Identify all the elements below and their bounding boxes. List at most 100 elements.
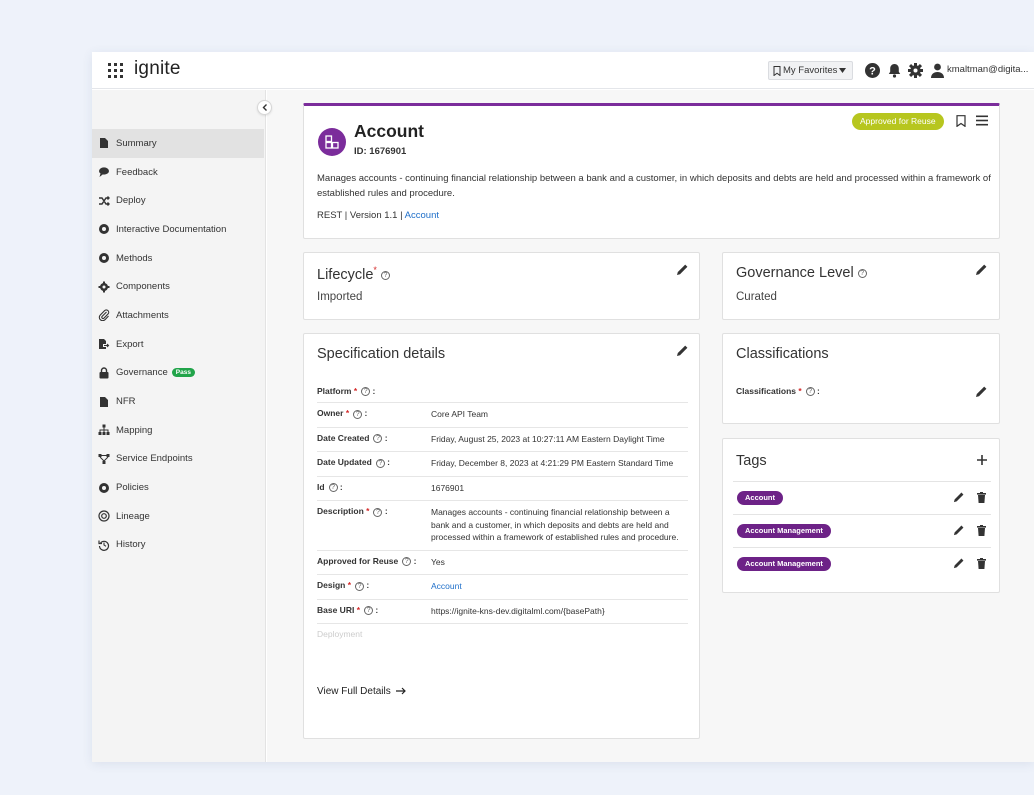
help-circle-icon[interactable]: ? — [355, 581, 365, 591]
sidebar-item-label: Lineage — [116, 510, 150, 522]
trash-icon[interactable] — [977, 558, 986, 569]
edit-pencil-icon[interactable] — [676, 345, 688, 357]
help-circle-icon[interactable]: ? — [805, 387, 815, 397]
spec-value: Friday, December 8, 2023 at 4:21:29 PM E… — [431, 458, 674, 469]
help-circle-icon[interactable]: ? — [353, 409, 363, 419]
account-summary-card: Account ID: 1676901 Manages accounts - c… — [303, 103, 1000, 239]
help-circle-icon[interactable]: ? — [361, 387, 371, 397]
my-favorites-button[interactable]: My Favorites — [768, 61, 854, 80]
api-meta-link[interactable]: Account — [405, 210, 439, 221]
view-full-details-link[interactable]: View Full Details — [317, 686, 407, 697]
spec-row: Id? : 1676901 — [317, 477, 688, 502]
spec-row-faded: Deployment — [317, 624, 688, 645]
edit-pencil-icon[interactable] — [953, 492, 964, 503]
sidebar-item-lineage[interactable]: Lineage — [92, 502, 264, 531]
lifecycle-title: Lifecycle*? — [317, 265, 390, 283]
circle-icon — [99, 482, 109, 493]
collapse-sidebar-button[interactable] — [257, 100, 272, 115]
bell-icon[interactable] — [886, 62, 903, 79]
help-circle-icon[interactable]: ? — [364, 606, 374, 615]
sidebar-item-label: Deploy — [116, 195, 146, 207]
file-icon — [100, 138, 108, 149]
spec-value: Manages accounts - continuing financial … — [431, 507, 679, 543]
sidebar-item-history[interactable]: History — [92, 531, 264, 560]
edit-pencil-icon[interactable] — [975, 386, 987, 398]
help-circle-icon[interactable]: ? — [328, 483, 338, 492]
spec-key-text: Approved for Reuse — [317, 555, 399, 566]
bookmark-icon[interactable] — [956, 115, 966, 127]
sidebar-item-components[interactable]: Components — [92, 272, 264, 301]
api-meta-text: REST | Version 1.1 | — [317, 210, 405, 221]
edit-pencil-icon[interactable] — [953, 525, 964, 536]
required-marker: * — [347, 580, 352, 591]
spec-key: Base URI *? : — [317, 604, 379, 615]
app-launcher-icon[interactable] — [108, 63, 123, 78]
help-icon[interactable]: ? — [864, 62, 881, 79]
sidebar-item-methods[interactable]: Methods — [92, 244, 264, 273]
spec-row: Base URI *? : https://ignite-kns-dev.digi… — [317, 600, 688, 625]
sidebar-item-attachments[interactable]: Attachments — [92, 301, 264, 330]
spec-value-link[interactable]: Account — [431, 581, 462, 591]
required-marker: * — [366, 506, 370, 517]
paperclip-icon — [98, 309, 110, 322]
user-name[interactable]: kmaltman@digita... — [947, 64, 1034, 75]
app-window: ignite My Favorites ? kmaltman@digita...… — [92, 52, 1034, 762]
sidebar-item-service-endpoints[interactable]: Service Endpoints — [92, 445, 264, 474]
sidebar: Summary Feedback Deploy Interactive Documen… — [92, 90, 266, 762]
sidebar-item-policies[interactable]: Policies — [92, 473, 264, 502]
spec-value: 1676901 — [431, 482, 465, 493]
trash-icon[interactable] — [977, 525, 986, 536]
sidebar-item-export[interactable]: Export — [92, 330, 264, 359]
sidebar-item-interactive-documentation[interactable]: Interactive Documentation — [92, 215, 264, 244]
add-tag-plus-icon[interactable] — [977, 455, 987, 465]
api-avatar — [318, 128, 346, 156]
sidebar-item-label: Feedback — [116, 166, 158, 178]
help-circle-icon[interactable]: ? — [402, 557, 412, 566]
trash-icon[interactable] — [977, 492, 986, 503]
spec-value: https://ignite-kns-dev.digitalml.com/{ba… — [431, 605, 605, 616]
help-circle-icon[interactable]: ? — [373, 507, 383, 517]
help-circle-icon[interactable]: ? — [375, 458, 385, 468]
spec-row: Design *? : Account — [317, 575, 688, 600]
help-circle-icon[interactable]: ? — [857, 268, 867, 278]
sidebar-item-mapping[interactable]: Mapping — [92, 416, 264, 445]
sidebar-item-feedback[interactable]: Feedback — [92, 158, 264, 187]
spec-key: Owner *? : — [317, 408, 368, 419]
caret-down-icon — [839, 68, 847, 73]
tag-pill[interactable]: Account — [737, 491, 783, 505]
sidebar-item-deploy[interactable]: Deploy — [92, 186, 264, 215]
spec-key-text: Description — [317, 506, 364, 517]
sidebar-item-nfr[interactable]: NFR — [92, 387, 264, 416]
edit-pencil-icon[interactable] — [975, 264, 987, 276]
spec-title: Specification details — [317, 346, 446, 362]
history-icon — [98, 540, 110, 551]
lock-icon — [99, 367, 109, 379]
settings-gear-icon[interactable] — [907, 62, 924, 79]
spec-key: Platform *? : — [317, 386, 376, 397]
edit-pencil-icon[interactable] — [953, 558, 964, 569]
governance-level-value: Curated — [736, 291, 777, 303]
sidebar-item-summary[interactable]: Summary — [92, 129, 264, 158]
sidebar-item-label: Export — [116, 338, 144, 350]
tag-pill[interactable]: Account Management — [737, 524, 831, 538]
help-circle-icon[interactable]: ? — [380, 270, 390, 280]
required-marker: * — [798, 386, 802, 396]
spec-key: Date Created? : — [317, 432, 388, 443]
tag-pill[interactable]: Account Management — [737, 557, 831, 571]
classifications-card: Classifications Classifications *? : — [722, 333, 1000, 424]
menu-icon[interactable] — [976, 115, 988, 126]
help-circle-icon[interactable]: ? — [373, 434, 383, 443]
tag-row: Account Management — [733, 514, 991, 547]
spec-row: Owner *? : Core API Team — [317, 403, 688, 428]
edit-pencil-icon[interactable] — [676, 264, 688, 276]
sidebar-item-governance[interactable]: Governance Pass — [92, 359, 264, 388]
spec-row: Approved for Reuse? : Yes — [317, 551, 688, 576]
tag-row: Account Management — [733, 547, 991, 580]
sidebar-item-label: Policies — [116, 482, 149, 494]
view-full-details-text: View Full Details — [317, 686, 391, 697]
user-icon[interactable] — [929, 62, 946, 79]
spec-value: Yes — [431, 556, 445, 567]
api-description: Manages accounts - continuing financial … — [317, 173, 991, 199]
brand-logo[interactable]: ignite — [134, 58, 181, 80]
spec-key-text: Platform — [317, 386, 352, 396]
